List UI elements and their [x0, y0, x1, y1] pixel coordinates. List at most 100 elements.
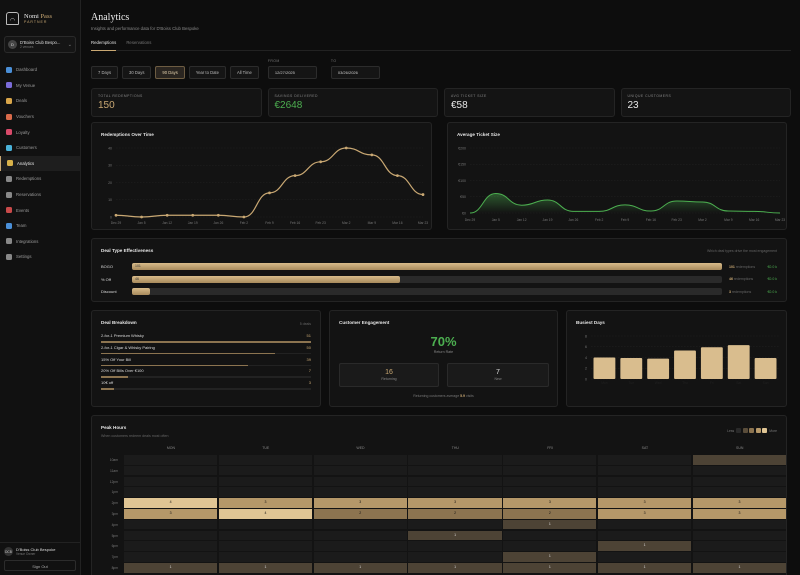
heatmap-cell[interactable]	[692, 455, 787, 465]
heatmap-cell[interactable]: 3	[598, 498, 692, 508]
sidebar-item-reservations[interactable]: Reservations	[0, 187, 80, 203]
range-7-days-button[interactable]: 7 Days	[91, 66, 119, 79]
heatmap-cell[interactable]: 2	[313, 509, 407, 519]
heatmap-cell[interactable]	[598, 476, 692, 487]
heatmap-cell[interactable]: 3	[692, 498, 787, 508]
deal-breakdown-row[interactable]: 2-for-1 Cigar & Whisky Pairing 50	[101, 345, 311, 355]
heatmap-cell[interactable]: 4	[218, 509, 313, 519]
sidebar-item-deals[interactable]: Deals	[0, 93, 80, 109]
heatmap-cell[interactable]	[124, 476, 218, 487]
heatmap-cell[interactable]	[408, 519, 502, 530]
heatmap-cell[interactable]: 2	[408, 509, 502, 519]
date-from-input[interactable]: 12/27/2025	[267, 66, 317, 79]
heatmap-cell[interactable]	[218, 487, 313, 497]
heatmap-cell[interactable]	[408, 487, 502, 497]
heatmap-cell[interactable]	[408, 541, 502, 551]
heatmap-cell[interactable]	[313, 487, 407, 497]
heatmap-cell[interactable]	[408, 476, 502, 487]
heatmap-cell[interactable]	[124, 455, 218, 465]
heatmap-cell[interactable]	[503, 530, 597, 541]
sidebar-item-team[interactable]: Team	[0, 218, 80, 234]
heatmap-cell[interactable]	[692, 487, 787, 497]
sidebar-item-integrations[interactable]: Integrations	[0, 234, 80, 250]
heatmap-cell[interactable]	[124, 530, 218, 541]
user-profile[interactable]: DCB D'Boiss Club Bespoke Venue Owner	[4, 547, 76, 556]
range-90-days-button[interactable]: 90 Days	[155, 66, 185, 79]
heatmap-cell[interactable]	[218, 465, 313, 476]
heatmap-cell[interactable]	[598, 455, 692, 465]
heatmap-cell[interactable]	[503, 541, 597, 551]
heatmap-cell[interactable]	[692, 476, 787, 487]
heatmap-cell[interactable]	[598, 530, 692, 541]
sidebar-item-events[interactable]: Events	[0, 202, 80, 218]
heatmap-cell[interactable]	[408, 455, 502, 465]
heatmap-cell[interactable]: 3	[598, 509, 692, 519]
heatmap-cell[interactable]	[692, 530, 787, 541]
heatmap-cell[interactable]	[124, 465, 218, 476]
sidebar-item-vouchers[interactable]: Vouchers	[0, 109, 80, 125]
heatmap-cell[interactable]	[408, 552, 502, 562]
heatmap-cell[interactable]: 1	[408, 530, 502, 541]
heatmap-cell[interactable]	[313, 552, 407, 562]
sidebar-item-dashboard[interactable]: Dashboard	[0, 62, 80, 78]
heatmap-cell[interactable]	[218, 552, 313, 562]
heatmap-cell[interactable]: 1	[503, 552, 597, 562]
heatmap-cell[interactable]	[598, 465, 692, 476]
heatmap-cell[interactable]	[692, 519, 787, 530]
heatmap-cell[interactable]: 1	[408, 563, 502, 573]
heatmap-cell[interactable]	[503, 465, 597, 476]
heatmap-cell[interactable]: 3	[218, 498, 313, 508]
deal-breakdown-row[interactable]: 10€ off 3	[101, 380, 311, 390]
heatmap-cell[interactable]: 1	[503, 519, 597, 530]
sidebar-item-redemptions[interactable]: Redemptions	[0, 171, 80, 187]
heatmap-cell[interactable]: 1	[503, 563, 597, 573]
heatmap-cell[interactable]	[313, 476, 407, 487]
sidebar-item-my-venue[interactable]: My Venue	[0, 78, 80, 94]
heatmap-cell[interactable]	[503, 487, 597, 497]
sidebar-item-settings[interactable]: Settings	[0, 249, 80, 265]
sidebar-item-loyalty[interactable]: Loyalty	[0, 124, 80, 140]
heatmap-cell[interactable]	[218, 455, 313, 465]
heatmap-cell[interactable]	[124, 552, 218, 562]
heatmap-cell[interactable]	[598, 519, 692, 530]
sidebar-item-analytics[interactable]: Analytics	[0, 155, 80, 172]
range-all-time-button[interactable]: All Time	[229, 66, 259, 79]
deal-breakdown-row[interactable]: 20% Off Bills Over €100 7	[101, 368, 311, 378]
heatmap-cell[interactable]	[313, 541, 407, 551]
heatmap-cell[interactable]	[313, 519, 407, 530]
heatmap-cell[interactable]	[313, 530, 407, 541]
heatmap-cell[interactable]	[218, 541, 313, 551]
brand-logo[interactable]: ◠ Nomi Pass PARTNER	[0, 0, 80, 30]
heatmap-cell[interactable]	[124, 541, 218, 551]
heatmap-cell[interactable]	[503, 455, 597, 465]
heatmap-cell[interactable]: 3	[124, 509, 218, 519]
heatmap-cell[interactable]	[124, 519, 218, 530]
tab-reservations[interactable]: Reservations	[126, 40, 151, 50]
heatmap-cell[interactable]: 3	[503, 498, 597, 508]
heatmap-cell[interactable]	[218, 519, 313, 530]
date-to-input[interactable]: 03/26/2026	[330, 66, 380, 79]
heatmap-cell[interactable]	[218, 530, 313, 541]
heatmap-cell[interactable]	[598, 552, 692, 562]
heatmap-cell[interactable]	[598, 487, 692, 497]
heatmap-cell[interactable]	[692, 541, 787, 551]
heatmap-cell[interactable]: 2	[503, 509, 597, 519]
heatmap-cell[interactable]: 1	[313, 563, 407, 573]
sign-out-button[interactable]: Sign Out	[4, 560, 76, 571]
heatmap-cell[interactable]	[313, 455, 407, 465]
heatmap-cell[interactable]	[218, 476, 313, 487]
heatmap-cell[interactable]	[408, 465, 502, 476]
heatmap-cell[interactable]: 1	[598, 563, 692, 573]
heatmap-cell[interactable]: 1	[598, 541, 692, 551]
heatmap-cell[interactable]: 1	[218, 563, 313, 573]
venue-switcher[interactable]: D D'Boiss Club Bespo... 2 venues ⌄	[4, 36, 76, 53]
heatmap-cell[interactable]: 3	[313, 498, 407, 508]
range-30-days-button[interactable]: 30 Days	[122, 66, 152, 79]
range-ytd-button[interactable]: Year to Date	[188, 66, 226, 79]
deal-breakdown-row[interactable]: 15% Off Your Bill 39	[101, 357, 311, 367]
heatmap-cell[interactable]	[503, 476, 597, 487]
heatmap-cell[interactable]	[692, 552, 787, 562]
heatmap-cell[interactable]: 3	[408, 498, 502, 508]
sidebar-item-customers[interactable]: Customers	[0, 140, 80, 156]
tab-redemptions[interactable]: Redemptions	[91, 40, 117, 51]
